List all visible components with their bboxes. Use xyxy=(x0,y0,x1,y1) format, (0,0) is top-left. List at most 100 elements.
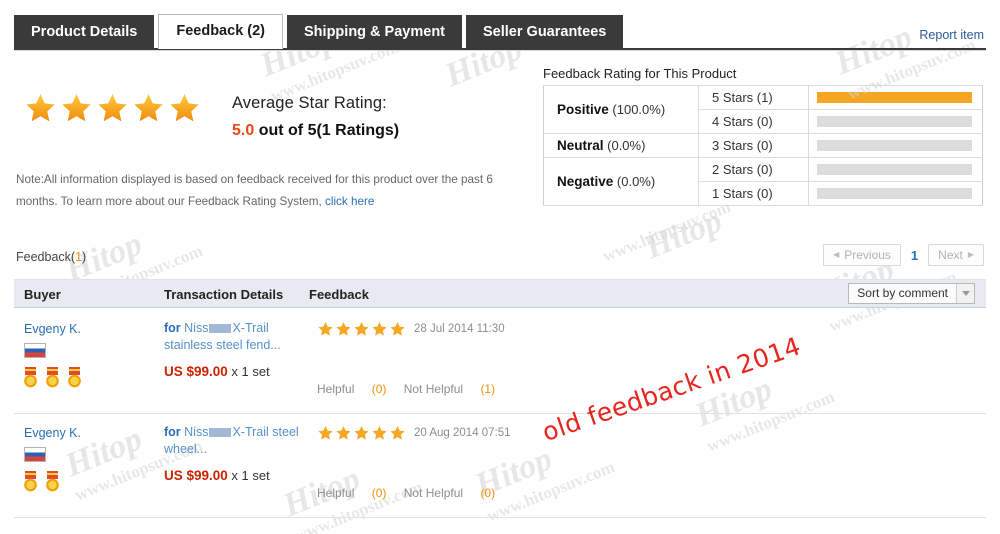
rating-note: Note:All information displayed is based … xyxy=(16,169,516,213)
feedback-count-suffix: ) xyxy=(82,250,87,264)
feedback-list-header: Buyer Transaction Details Feedback Sort … xyxy=(14,279,986,308)
feedback-count: Feedback(1) xyxy=(16,250,86,264)
buyer-medals xyxy=(22,471,61,492)
feedback-date: 28 Jul 2014 11:30 xyxy=(414,323,505,335)
not-helpful-label: Not Helpful xyxy=(403,486,464,500)
russia-flag-icon xyxy=(24,447,46,462)
page-number-1[interactable]: 1 xyxy=(907,248,922,263)
price-qty: x 1 set xyxy=(227,468,270,483)
star-icon xyxy=(134,94,163,122)
star-icon xyxy=(318,322,333,336)
price-value: US $99.00 xyxy=(164,364,228,379)
transaction-title-link[interactable]: for Niss X-Trail stainless steel fend... xyxy=(164,320,299,354)
average-out-of: out of 5(1 Ratings) xyxy=(254,122,400,139)
star-icon xyxy=(336,426,351,440)
sort-dropdown-value: Sort by comment xyxy=(857,286,948,300)
star-icon xyxy=(62,94,91,122)
transaction-title-link[interactable]: for Niss X-Trail steel wheel... xyxy=(164,424,299,458)
tab-bar: Product Details Feedback (2) Shipping & … xyxy=(0,6,1000,51)
next-label: Next xyxy=(938,248,963,262)
tab-feedback[interactable]: Feedback (2) xyxy=(158,14,284,49)
chevron-right-icon: ▶ xyxy=(967,250,974,259)
medal-icon xyxy=(68,367,81,388)
feedback-stars xyxy=(317,425,406,441)
buyer-name-link[interactable]: Evgeny K. xyxy=(24,426,81,440)
star-icon xyxy=(26,94,55,122)
buyer-medals xyxy=(22,367,83,388)
helpful-button[interactable]: Helpful (0) xyxy=(317,382,386,396)
helpfulness-controls: Helpful (0) Not Helpful (1) xyxy=(317,382,509,396)
redaction-block xyxy=(209,428,232,438)
previous-label: Previous xyxy=(844,248,891,262)
average-rating-value: 5.0 out of 5(1 Ratings) xyxy=(232,122,399,140)
helpful-count: (0) xyxy=(371,382,387,396)
not-helpful-count: (1) xyxy=(480,382,496,396)
redaction-block xyxy=(209,324,232,334)
tab-seller-guarantees[interactable]: Seller Guarantees xyxy=(466,15,624,49)
russia-flag-icon xyxy=(24,343,46,358)
not-helpful-count: (0) xyxy=(480,486,496,500)
star-icon xyxy=(354,426,369,440)
average-stars xyxy=(24,92,201,124)
column-header-transaction: Transaction Details xyxy=(164,287,284,302)
star-icon xyxy=(354,322,369,336)
column-header-feedback: Feedback xyxy=(309,287,369,302)
transaction-model: X-Trail xyxy=(232,425,269,439)
feedback-stars xyxy=(317,321,406,337)
feedback-count-value: 1 xyxy=(75,250,83,264)
next-page-button[interactable]: Next ▶ xyxy=(928,244,984,266)
pagination: ◀ Previous 1 Next ▶ xyxy=(823,244,984,266)
not-helpful-button[interactable]: Not Helpful (1) xyxy=(404,382,495,396)
not-helpful-label: Not Helpful xyxy=(403,382,464,396)
price-value: US $99.00 xyxy=(164,468,228,483)
transaction-details: for Niss X-Trail steel wheel... US $99.00… xyxy=(164,424,299,483)
star-icon xyxy=(336,322,351,336)
transaction-for-label: for xyxy=(164,425,181,439)
helpfulness-controls: Helpful (0) Not Helpful (0) xyxy=(317,486,509,500)
tab-shipping-payment[interactable]: Shipping & Payment xyxy=(287,15,463,49)
rating-summary: Average Star Rating: 5.0 out of 5(1 Rati… xyxy=(0,56,1000,216)
transaction-desc: stainless steel fend... xyxy=(164,338,281,352)
tab-list: Product Details Feedback (2) Shipping & … xyxy=(14,14,624,49)
not-helpful-button[interactable]: Not Helpful (0) xyxy=(404,486,495,500)
transaction-for-label: for xyxy=(164,321,181,335)
transaction-details: for Niss X-Trail stainless steel fend... … xyxy=(164,320,299,379)
feedback-row: Evgeny K. for Niss X-Trail steel wheel...… xyxy=(14,414,986,518)
helpful-label: Helpful xyxy=(317,382,355,396)
price-qty: x 1 set xyxy=(227,364,270,379)
report-item-link[interactable]: Report item xyxy=(919,28,984,42)
feedback-date: 20 Aug 2014 07:51 xyxy=(414,427,511,439)
helpful-label: Helpful xyxy=(317,486,355,500)
transaction-model: X-Trail xyxy=(232,321,269,335)
feedback-count-prefix: Feedback( xyxy=(16,250,76,264)
star-icon xyxy=(390,426,405,440)
star-icon xyxy=(318,426,333,440)
medal-icon xyxy=(24,471,37,492)
chevron-left-icon: ◀ xyxy=(833,250,840,259)
rating-note-text: Note:All information displayed is based … xyxy=(16,173,493,208)
feedback-system-link[interactable]: click here xyxy=(325,195,374,208)
medal-icon xyxy=(24,367,37,388)
star-icon xyxy=(390,322,405,336)
medal-icon xyxy=(46,367,59,388)
star-icon xyxy=(372,426,387,440)
transaction-brand: Niss xyxy=(184,425,209,439)
star-icon xyxy=(372,322,387,336)
sort-dropdown[interactable]: Sort by comment xyxy=(848,283,975,304)
transaction-brand: Niss xyxy=(184,321,209,335)
transaction-price: US $99.00 x 1 set xyxy=(164,364,299,379)
previous-page-button[interactable]: ◀ Previous xyxy=(823,244,901,266)
average-rating-label: Average Star Rating: xyxy=(232,94,387,112)
helpful-button[interactable]: Helpful (0) xyxy=(317,486,386,500)
buyer-name-link[interactable]: Evgeny K. xyxy=(24,322,81,336)
tab-underline-thin xyxy=(14,50,986,51)
helpful-count: (0) xyxy=(371,486,387,500)
column-header-buyer: Buyer xyxy=(24,287,61,302)
medal-icon xyxy=(46,471,59,492)
star-icon xyxy=(98,94,127,122)
feedback-page: Hitop www.hitopsuv.com Hitop www.hitopsu… xyxy=(0,0,1000,534)
feedback-row: Evgeny K. for Niss X-Trail stainless stee… xyxy=(14,310,986,414)
tab-product-details[interactable]: Product Details xyxy=(14,15,155,49)
average-rating-block: Average Star Rating: 5.0 out of 5(1 Rati… xyxy=(232,94,399,140)
transaction-price: US $99.00 x 1 set xyxy=(164,468,299,483)
